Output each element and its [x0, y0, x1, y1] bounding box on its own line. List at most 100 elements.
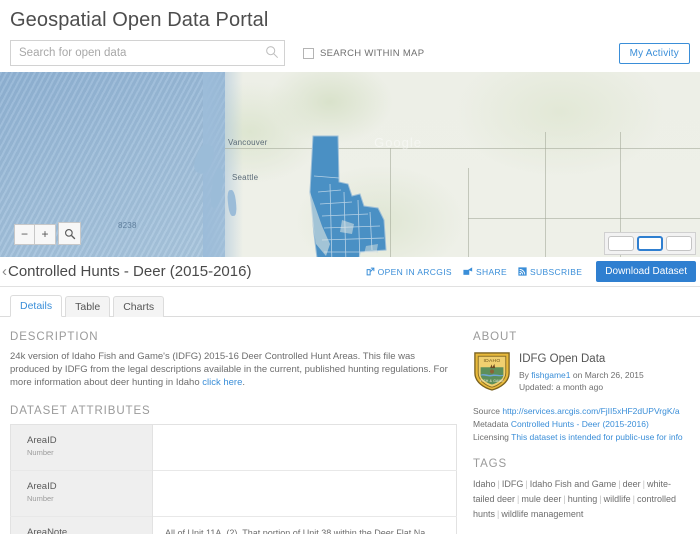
dataset-header-bar: ‹ Controlled Hunts - Deer (2015-2016) OP… [0, 257, 700, 287]
open-in-arcgis-link[interactable]: OPEN IN ARCGIS [366, 267, 452, 277]
map-attribution-watermark: Google [374, 135, 422, 150]
details-left-column: DESCRIPTION 24k version of Idaho Fish an… [10, 331, 457, 534]
attribute-type: Number [27, 494, 54, 503]
tag-item[interactable]: wildlife [604, 494, 631, 504]
map-border [468, 218, 700, 219]
map-viewport[interactable]: Vancouver Seattle 8238 Google − + [0, 72, 700, 257]
tab-details[interactable]: Details [10, 295, 63, 317]
share-icon [463, 267, 473, 275]
tag-item[interactable]: wildlife management [501, 509, 583, 519]
basemap-streets-thumb[interactable] [608, 236, 634, 251]
search-within-map-checkbox[interactable]: SEARCH WITHIN MAP [303, 47, 425, 59]
source-value[interactable]: http://services.arcgis.com/FjII5xHF2dUPV… [502, 406, 679, 416]
map-zoom-in-button[interactable]: + [35, 224, 56, 245]
search-within-map-label: SEARCH WITHIN MAP [320, 47, 425, 59]
idaho-fish-and-game-shield-icon: IDAHO FISH & GAME [474, 352, 510, 391]
map-highlight-idaho[interactable] [308, 134, 390, 257]
table-row[interactable]: AreaID Number [10, 424, 457, 471]
search-icon[interactable] [265, 45, 279, 59]
chevron-left-icon[interactable]: ‹ [2, 264, 7, 279]
share-link[interactable]: SHARE [463, 267, 507, 277]
dataset-actions: OPEN IN ARCGIS SHARE SUBSCRIBE Download … [366, 261, 696, 282]
tag-item[interactable]: hunting [568, 494, 598, 504]
svg-text:IDAHO: IDAHO [483, 358, 500, 364]
magnifier-icon [64, 228, 75, 239]
map-label-depth: 8238 [118, 221, 137, 230]
my-activity-button[interactable]: My Activity [618, 42, 690, 64]
map-zoom-controls: − + [14, 224, 56, 245]
dataset-tabs: Details Table Charts [0, 287, 700, 317]
map-label-vancouver: Vancouver [228, 138, 268, 147]
external-link-icon [366, 267, 374, 276]
dataset-details-content: DESCRIPTION 24k version of Idaho Fish an… [0, 317, 700, 534]
search-field-wrapper [10, 40, 285, 66]
subscribe-label: SUBSCRIBE [530, 266, 583, 277]
subscribe-link[interactable]: SUBSCRIBE [518, 267, 582, 277]
search-toolbar: SEARCH WITHIN MAP My Activity [10, 40, 690, 66]
metadata-line: Metadata Controlled Hunts - Deer (2015-2… [473, 418, 688, 431]
source-line: Source http://services.arcgis.com/FjII5x… [473, 405, 688, 418]
attribute-name: AreaNote [27, 527, 68, 534]
metadata-value[interactable]: Controlled Hunts - Deer (2015-2016) [511, 419, 649, 429]
description-click-here-link[interactable]: click here [202, 377, 242, 388]
tag-item[interactable]: mule deer [521, 494, 561, 504]
checkbox-box[interactable] [303, 47, 314, 59]
attribute-name-cell: AreaNote Text [10, 516, 153, 534]
attribute-name-cell: AreaID Number [10, 424, 153, 471]
basemap-imagery-thumb[interactable] [666, 236, 692, 251]
basemap-topographic-thumb[interactable] [637, 236, 663, 251]
description-tail: . [242, 377, 246, 388]
attribute-name: AreaID [27, 481, 57, 492]
organization-row: IDAHO FISH & GAME IDFG Open Data By fish… [473, 350, 688, 393]
tab-charts[interactable]: Charts [113, 296, 165, 317]
source-label: Source [473, 406, 500, 416]
tags-heading: TAGS [473, 458, 508, 470]
page-header: Geospatial Open Data Portal SEARCH WITHI… [0, 0, 700, 66]
rss-icon [518, 267, 527, 276]
byline-prefix: By [519, 370, 532, 380]
map-border [225, 148, 700, 149]
table-row[interactable]: AreaID Number [10, 470, 457, 517]
byline-middle: on [570, 370, 585, 380]
table-row[interactable]: AreaNote Text All of Unit 11A. (2), That… [10, 516, 457, 534]
description-heading: DESCRIPTION [10, 331, 99, 343]
author-link[interactable]: fishgame1 [531, 370, 570, 380]
tag-item[interactable]: IDFG [502, 479, 524, 489]
map-border [390, 148, 391, 257]
attribute-value [152, 470, 457, 517]
updated-text: Updated: a month ago [519, 382, 604, 392]
organization-info: IDFG Open Data By fishgame1 on March 26,… [519, 350, 644, 393]
about-heading: ABOUT [473, 331, 518, 343]
tag-item[interactable]: deer [623, 479, 641, 489]
organization-byline: By fishgame1 on March 26, 2015 [519, 369, 644, 381]
tags-list: Idaho | IDFG | Idaho Fish and Game | deer | whit… [473, 477, 688, 522]
tag-item[interactable]: Idaho [473, 479, 496, 489]
open-in-arcgis-label: OPEN IN ARCGIS [377, 266, 452, 277]
description-body: 24k version of Idaho Fish and Game's (ID… [10, 350, 457, 389]
attribute-type: Number [27, 448, 54, 457]
publish-date: March 26, 2015 [584, 370, 644, 380]
dataset-attributes-table: AreaID Number AreaID Number AreaNote Tex… [10, 424, 457, 534]
map-border [545, 132, 546, 257]
attribute-value [152, 424, 457, 471]
attribute-name: AreaID [27, 435, 57, 446]
share-label: SHARE [475, 266, 507, 277]
download-dataset-button[interactable]: Download Dataset [596, 261, 696, 282]
metadata-label: Metadata [473, 419, 509, 429]
attribute-name-cell: AreaID Number [10, 470, 153, 517]
attribute-value: All of Unit 11A. (2), That portion of Un… [152, 516, 457, 534]
page-title: Geospatial Open Data Portal [10, 9, 269, 31]
search-input[interactable] [10, 40, 285, 66]
organization-name: IDFG Open Data [519, 353, 606, 365]
basemap-switcher [604, 232, 696, 255]
map-label-seattle: Seattle [232, 173, 259, 182]
map-search-button[interactable] [58, 222, 81, 245]
licensing-value[interactable]: This dataset is intended for public-use … [511, 432, 683, 442]
map-zoom-out-button[interactable]: − [14, 224, 35, 245]
tab-table[interactable]: Table [65, 296, 111, 317]
tag-item[interactable]: Idaho Fish and Game [530, 479, 617, 489]
map-border [468, 168, 469, 257]
dataset-title: Controlled Hunts - Deer (2015-2016) [8, 263, 252, 280]
attributes-heading: DATASET ATTRIBUTES [10, 405, 151, 417]
licensing-label: Licensing [473, 432, 509, 442]
